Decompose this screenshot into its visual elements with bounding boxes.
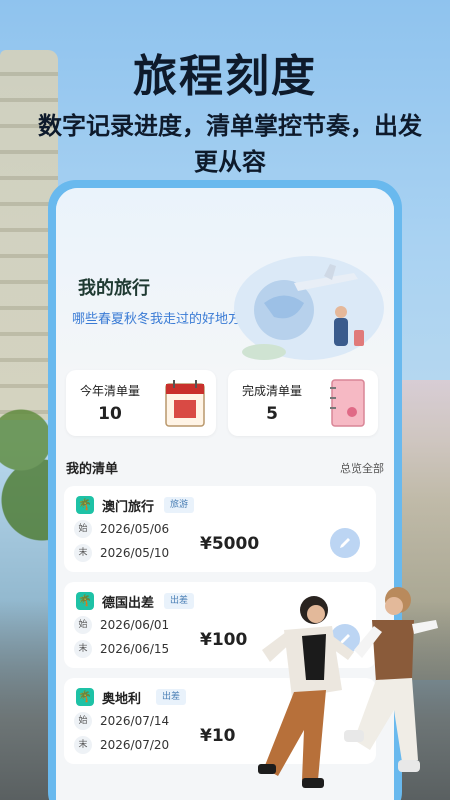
hero-subtitle: 数字记录进度，清单掌控节奏，出发更从容 [38, 112, 422, 176]
list-item-tag: 旅游 [164, 497, 195, 513]
calendar-icon [165, 380, 205, 427]
runners-illustration [258, 587, 438, 788]
list-item-name: 奥地利 [102, 692, 142, 707]
stat-card-year[interactable]: 今年清单量 10 [66, 370, 216, 436]
end-date: 2026/05/10 [100, 546, 170, 560]
end-date: 2026/07/20 [100, 738, 170, 752]
page-title: 我的旅行 [78, 278, 150, 299]
notebook-icon [330, 379, 365, 427]
start-label: 始 [74, 712, 92, 730]
stat-value: 5 [266, 404, 278, 424]
start-label: 始 [74, 520, 92, 538]
list-item-name: 德国出差 [102, 596, 155, 611]
page-subtitle: 哪些春夏秋冬我走过的好地方 [72, 312, 242, 327]
start-date: 2026/05/06 [100, 522, 170, 536]
stat-card-done[interactable]: 完成清单量 5 [228, 370, 378, 436]
edit-button[interactable] [330, 528, 360, 558]
view-all-link[interactable]: 总览全部 [340, 460, 384, 476]
end-label: 末 [74, 544, 92, 562]
stat-label: 完成清单量 [242, 384, 303, 398]
stat-label: 今年清单量 [80, 384, 141, 398]
pencil-icon [340, 538, 350, 548]
stat-value: 10 [98, 404, 122, 424]
list-item-name: 澳门旅行 [102, 500, 155, 515]
list-section-header: 我的清单 总览全部 [66, 458, 384, 478]
hero-title: 旅程刻度 [133, 51, 317, 102]
travel-illustration [234, 256, 384, 360]
palm-tree-icon: 🌴 [76, 592, 94, 610]
end-label: 末 [74, 736, 92, 754]
list-item-tag: 出差 [164, 593, 195, 609]
list-item[interactable]: 🌴 澳门旅行 旅游 始 2026/05/06 末 2026/05/10 ¥500… [64, 486, 376, 572]
palm-tree-icon: 🌴 [76, 496, 94, 514]
start-date: 2026/07/14 [100, 714, 170, 728]
end-date: 2026/06/15 [100, 642, 170, 656]
list-item-price: ¥5000 [200, 534, 260, 554]
palm-tree-icon: 🌴 [76, 688, 94, 706]
start-label: 始 [74, 616, 92, 634]
end-label: 末 [74, 640, 92, 658]
start-date: 2026/06/01 [100, 618, 170, 632]
list-item-tag: 出差 [156, 689, 187, 705]
list-section-title: 我的清单 [66, 462, 119, 477]
